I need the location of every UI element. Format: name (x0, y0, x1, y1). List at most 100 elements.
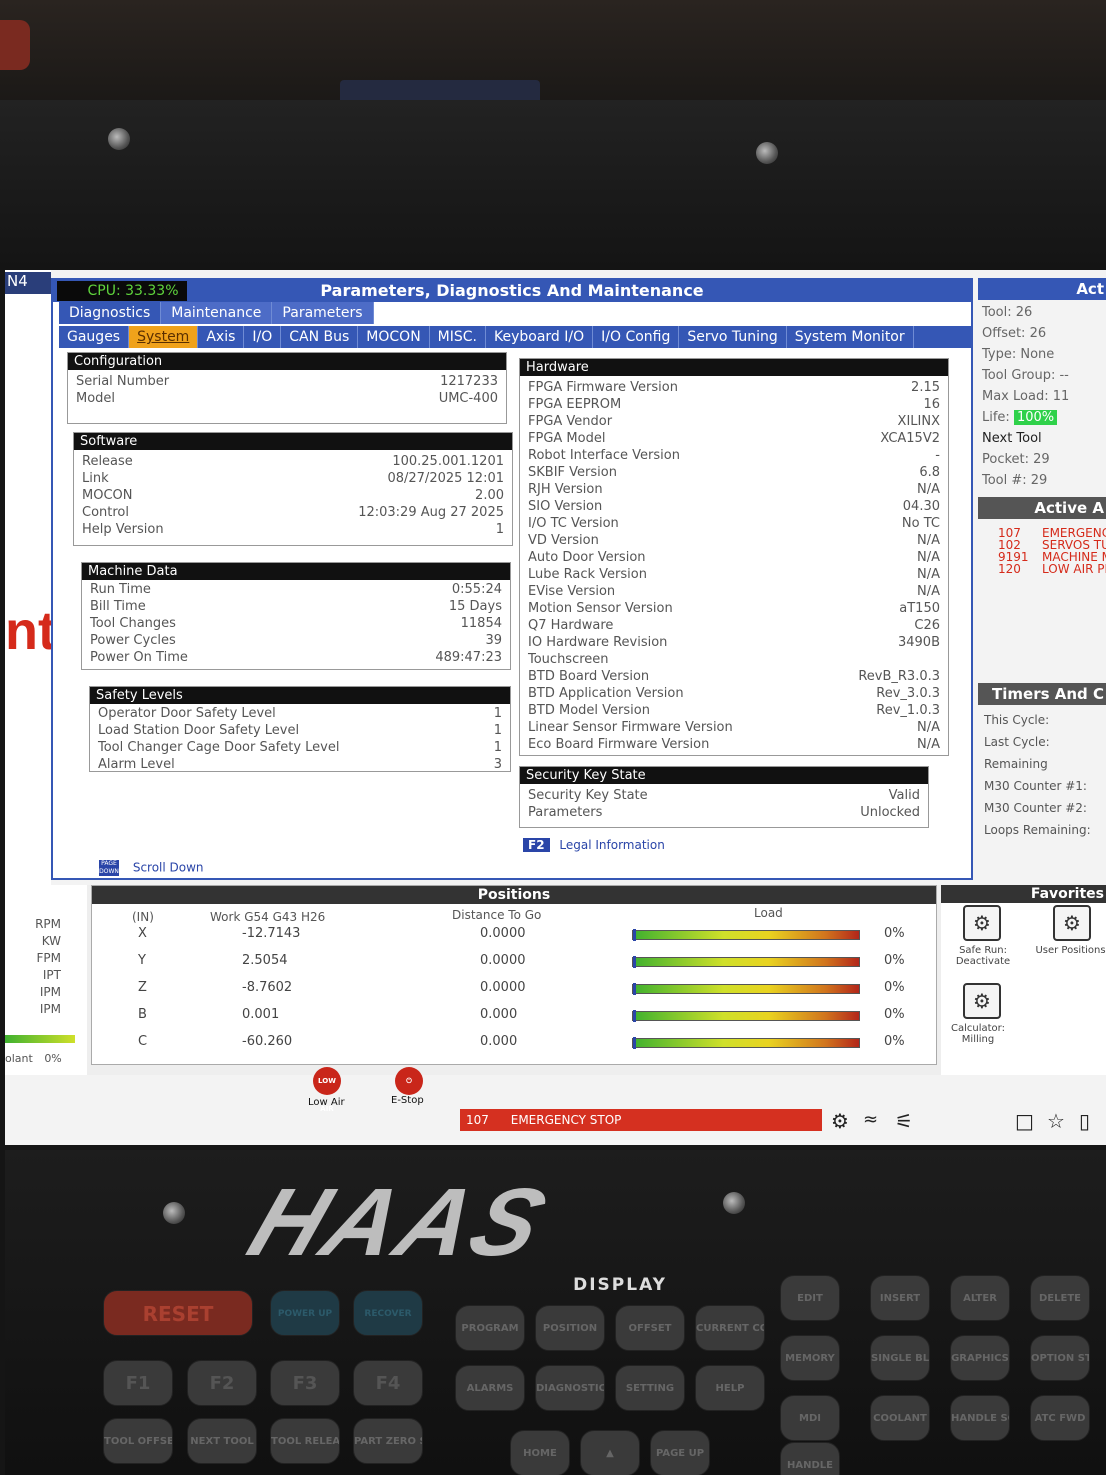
scroll-down-link[interactable]: PAGE DOWN Scroll Down (99, 860, 204, 876)
mdi-key[interactable]: MDI (780, 1395, 840, 1441)
left-tab[interactable]: N4 (5, 272, 51, 294)
safety-level-row: Load Station Door Safety Level 1 (90, 723, 510, 740)
usb-icon[interactable]: ⚟ (895, 1109, 913, 1133)
user-positions-label[interactable]: User Positions (1033, 945, 1106, 956)
delete-key[interactable]: DELETE (1030, 1275, 1090, 1321)
single-block-key[interactable]: SINGLE BLOCK (870, 1335, 930, 1381)
legal-information-link[interactable]: F2 Legal Information (523, 838, 665, 852)
axis-label: Z (138, 980, 147, 995)
f1-key[interactable]: F1 (103, 1360, 173, 1406)
tool-life-label: Life: (982, 410, 1010, 425)
bookmark-icon[interactable]: ▯ (1079, 1109, 1090, 1133)
tab-maintenance[interactable]: Maintenance (161, 302, 273, 324)
low-air-icon[interactable]: LOW AIR (313, 1067, 341, 1113)
safety-level-row-value: 1 (493, 723, 502, 738)
software-row: Help Version 1 (74, 522, 512, 539)
coolant-bar (5, 1035, 75, 1043)
user-positions-icon[interactable]: ⚙ (1053, 905, 1091, 941)
tab-io[interactable]: I/O (244, 326, 282, 348)
f2-key-hw[interactable]: F2 (187, 1360, 257, 1406)
background-red-object (0, 20, 30, 70)
window-icon[interactable]: □ (1015, 1109, 1034, 1133)
safe-run-icon[interactable]: ⚙ (963, 905, 1001, 941)
alarm-item[interactable]: 120 LOW AIR PRESS (998, 563, 1106, 575)
alarms-key[interactable]: ALARMS (455, 1365, 525, 1411)
safe-run-label[interactable]: Safe Run: Deactivate (943, 945, 1023, 967)
panel-title: Software (74, 433, 512, 450)
calculator-label[interactable]: Calculator: Milling (943, 1023, 1013, 1045)
tab-gauges[interactable]: Gauges (59, 326, 130, 348)
alarm-code: 107 (466, 1113, 489, 1127)
up-arrow-key[interactable]: ▲ (580, 1430, 640, 1475)
position-key[interactable]: POSITION (535, 1305, 605, 1351)
diagnostic-key[interactable]: DIAGNOSTIC (535, 1365, 605, 1411)
wifi-icon[interactable]: ≈ (863, 1109, 878, 1130)
edit-key[interactable]: EDIT (780, 1275, 840, 1321)
handle-key[interactable]: HANDLE (780, 1442, 840, 1475)
alarm-text: EMERGENCY STOP (510, 1113, 622, 1127)
hardware-row-value: 04.30 (902, 499, 940, 514)
memory-key[interactable]: MEMORY (780, 1335, 840, 1381)
atc-fwd-key[interactable]: ATC FWD (1030, 1395, 1090, 1441)
axis-label: X (138, 926, 147, 941)
axis-label: C (138, 1034, 148, 1049)
program-key[interactable]: PROGRAM (455, 1305, 525, 1351)
coolant-label: olant 0% (5, 1052, 62, 1065)
tab-io-config[interactable]: I/O Config (593, 326, 680, 348)
distance-to-go: 0.0000 (480, 980, 526, 995)
tab-system-monitor[interactable]: System Monitor (787, 326, 914, 348)
tool-offset-measure-key[interactable]: TOOL OFFSET MEASURE (103, 1418, 173, 1464)
alarm-status-bar[interactable]: 107 EMERGENCY STOP (460, 1109, 822, 1131)
tab-misc[interactable]: MISC. (430, 326, 486, 348)
hardware-row-label: FPGA Vendor (528, 414, 613, 429)
tab-axis[interactable]: Axis (198, 326, 245, 348)
axis-load-marker (633, 956, 636, 968)
help-key[interactable]: HELP (695, 1365, 765, 1411)
current-commands-key[interactable]: CURRENT COMMANDS (695, 1305, 765, 1351)
hardware-row: EVise Version N/A (520, 584, 948, 601)
diagnostics-window: CPU: 33.33% Parameters, Diagnostics And … (51, 278, 973, 880)
f3-key[interactable]: F3 (270, 1360, 340, 1406)
software-row: Release 100.25.001.1201 (74, 454, 512, 471)
estop-icon[interactable]: ⏻ (395, 1067, 423, 1095)
star-icon[interactable]: ☆ (1047, 1109, 1065, 1133)
power-up-key[interactable]: POWER UP (270, 1290, 340, 1336)
timer-item: This Cycle: (984, 713, 1050, 727)
hardware-row: Auto Door Version N/A (520, 550, 948, 567)
safety-level-row-label: Load Station Door Safety Level (98, 723, 300, 738)
graphics-key[interactable]: GRAPHICS (950, 1335, 1010, 1381)
offset-key[interactable]: OFFSET (615, 1305, 685, 1351)
alter-key[interactable]: ALTER (950, 1275, 1010, 1321)
estop-label: E-Stop (391, 1095, 424, 1106)
axis-load-percent: 0% (884, 926, 905, 941)
machine-data-row: Power On Time 489:47:23 (82, 650, 510, 667)
tab-keyboard-io[interactable]: Keyboard I/O (486, 326, 594, 348)
setting-key[interactable]: SETTING (615, 1365, 685, 1411)
page-up-key[interactable]: PAGE UP (650, 1430, 710, 1475)
calculator-icon[interactable]: ⚙ (963, 983, 1001, 1019)
hardware-row-label: VD Version (528, 533, 599, 548)
position-row: Y 2.5054 0.0000 0% (92, 953, 936, 979)
settings-icon[interactable]: ⚙ (831, 1109, 849, 1133)
part-zero-set-key[interactable]: PART ZERO SET (353, 1418, 423, 1464)
insert-key[interactable]: INSERT (870, 1275, 930, 1321)
recover-key[interactable]: RECOVER (353, 1290, 423, 1336)
timer-item: M30 Counter #1: (984, 779, 1087, 793)
option-stop-key[interactable]: OPTION STOP (1030, 1335, 1090, 1381)
hardware-row: FPGA Model XCA15V2 (520, 431, 948, 448)
coolant-key[interactable]: COOLANT (870, 1395, 930, 1441)
home-key[interactable]: HOME (510, 1430, 570, 1475)
tab-servo-tuning[interactable]: Servo Tuning (679, 326, 787, 348)
handle-scroll-key[interactable]: HANDLE SCROLL (950, 1395, 1010, 1441)
next-tool-key[interactable]: NEXT TOOL (187, 1418, 257, 1464)
tab-diagnostics[interactable]: Diagnostics (59, 302, 162, 324)
tab-can-bus[interactable]: CAN Bus (281, 326, 359, 348)
hardware-row-label: BTD Board Version (528, 669, 650, 684)
tool-release-key[interactable]: TOOL RELEASE (270, 1418, 340, 1464)
hardware-row-value: XCA15V2 (880, 431, 940, 446)
tab-system[interactable]: System (129, 326, 199, 348)
tab-parameters[interactable]: Parameters (272, 302, 374, 324)
f4-key[interactable]: F4 (353, 1360, 423, 1406)
tab-mocon[interactable]: MOCON (358, 326, 430, 348)
reset-key[interactable]: RESET (103, 1290, 253, 1336)
